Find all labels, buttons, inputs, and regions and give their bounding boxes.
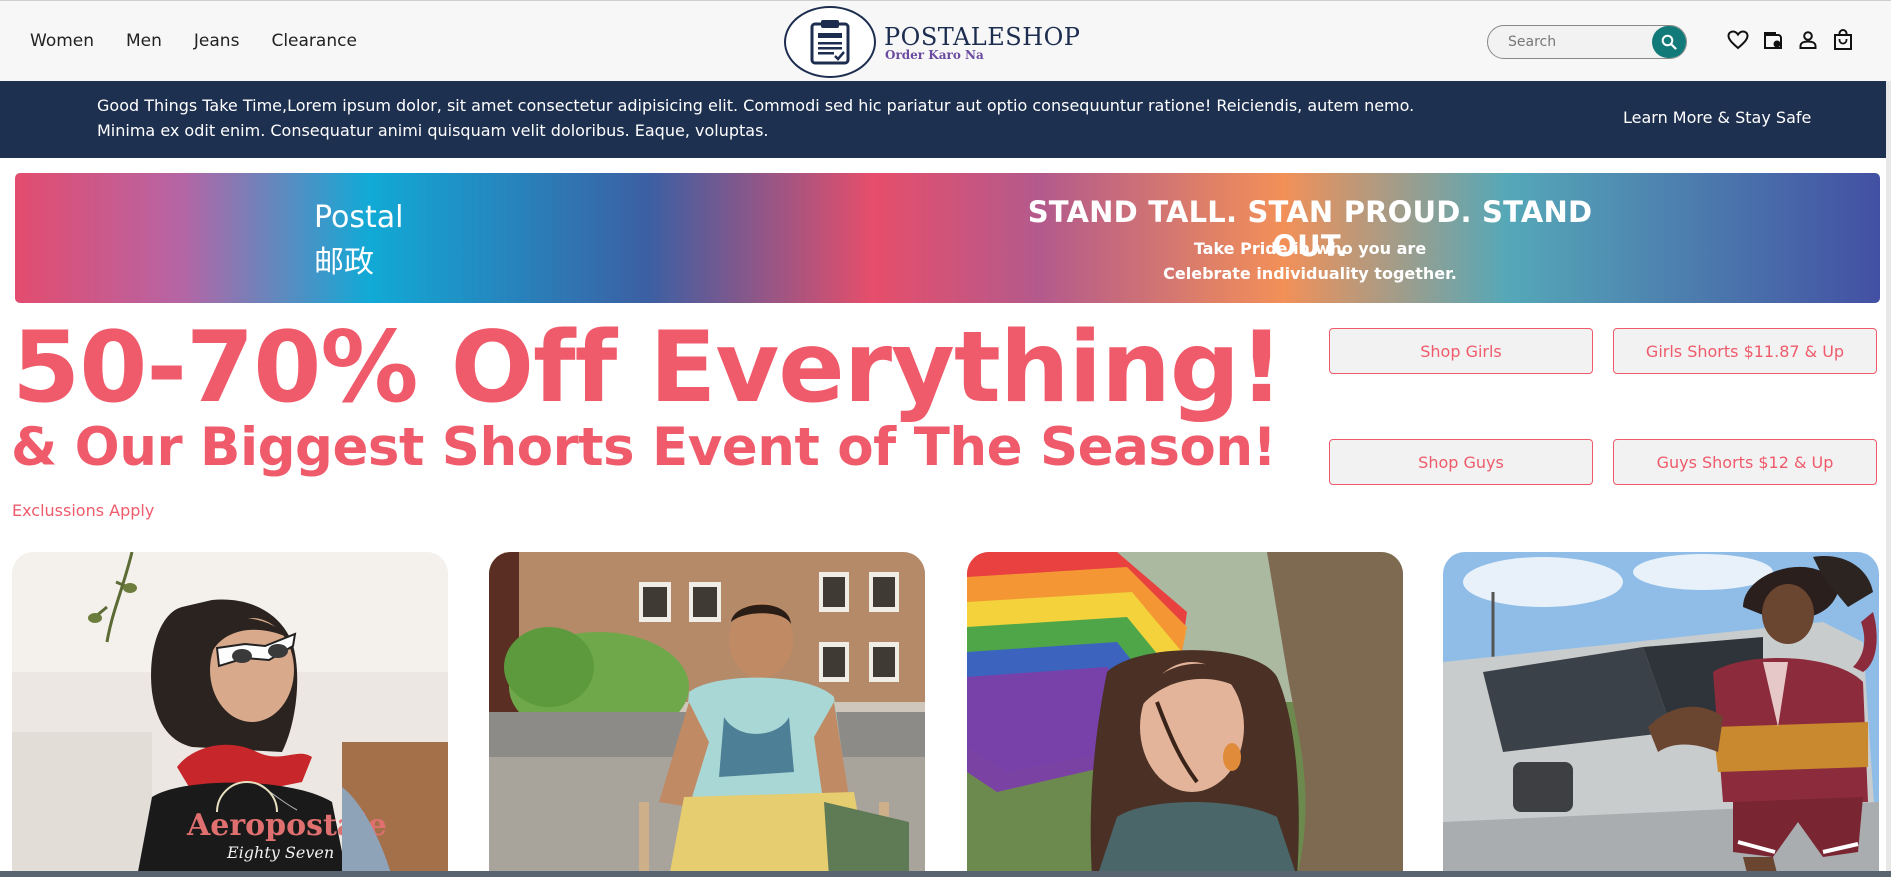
announcement-text: Good Things Take Time,Lorem ipsum dolor,… — [97, 96, 1415, 140]
nav-jeans[interactable]: Jeans — [194, 31, 240, 51]
product-card-girls-tee[interactable]: Aeropostale Eighty Seven — [12, 552, 448, 877]
header-icons — [1726, 27, 1855, 53]
shirt-text-line2: Eighty Seven — [226, 843, 334, 862]
banner-sub-line2: Celebrate individuality together. — [1163, 264, 1457, 283]
search-box — [1487, 25, 1687, 59]
promo-subheadline: & Our Biggest Shorts Event of The Season… — [11, 417, 1277, 478]
banner-sub-line1: Take Pride in who you are — [1193, 239, 1427, 258]
pride-banner[interactable]: Postal 邮政 STAND TALL. STAN PROUD. STAND … — [15, 173, 1880, 303]
shop-guys-button[interactable]: Shop Guys — [1329, 439, 1593, 485]
nav-men[interactable]: Men — [126, 31, 162, 51]
product-card-pride[interactable] — [967, 552, 1403, 877]
girls-shorts-button[interactable]: Girls Shorts $11.87 & Up — [1613, 328, 1877, 374]
product-photo — [489, 552, 925, 877]
banner-brand: Postal 邮政 — [314, 195, 404, 285]
learn-more-link[interactable]: Learn More & Stay Safe — [1623, 108, 1811, 127]
main-nav: Women Men Jeans Clearance — [30, 31, 389, 51]
product-photo: Aeropostale Eighty Seven — [12, 552, 448, 877]
guys-shorts-button[interactable]: Guys Shorts $12 & Up — [1613, 439, 1877, 485]
window-bottom-edge — [0, 871, 1891, 877]
search-input[interactable] — [1508, 32, 1648, 52]
promo-headline: 50-70% Off Everything! — [12, 311, 1284, 425]
product-photo — [967, 552, 1403, 877]
banner-brand-line2: 邮政 — [314, 245, 374, 280]
announcement-bar: Good Things Take Time,Lorem ipsum dolor,… — [0, 81, 1891, 158]
nav-women[interactable]: Women — [30, 31, 94, 51]
product-card-guys-shorts[interactable] — [489, 552, 925, 877]
nav-clearance[interactable]: Clearance — [271, 31, 356, 51]
heart-icon[interactable] — [1726, 27, 1750, 53]
product-card-windbreaker[interactable] — [1443, 552, 1879, 877]
site-header: Women Men Jeans Clearance POSTALESHOP Or… — [0, 0, 1891, 81]
shop-girls-button[interactable]: Shop Girls — [1329, 328, 1593, 374]
logo-name: POSTALESHOP — [884, 22, 1081, 51]
banner-subtitle: Take Pride in who you are Celebrate indi… — [1000, 236, 1620, 286]
search-button[interactable] — [1652, 26, 1686, 58]
logo-clipboard-icon — [784, 6, 876, 78]
product-photo — [1443, 552, 1879, 877]
exclusions-note: Exclussions Apply — [12, 501, 155, 520]
site-logo[interactable]: POSTALESHOP Order Karo Na — [784, 6, 1080, 78]
gift-card-icon[interactable] — [1761, 27, 1785, 53]
shopping-bag-icon[interactable] — [1831, 27, 1855, 53]
user-icon[interactable] — [1796, 27, 1820, 53]
search-icon — [1661, 34, 1677, 50]
page-scrollbar[interactable] — [1886, 81, 1891, 877]
banner-brand-line1: Postal — [314, 200, 404, 235]
